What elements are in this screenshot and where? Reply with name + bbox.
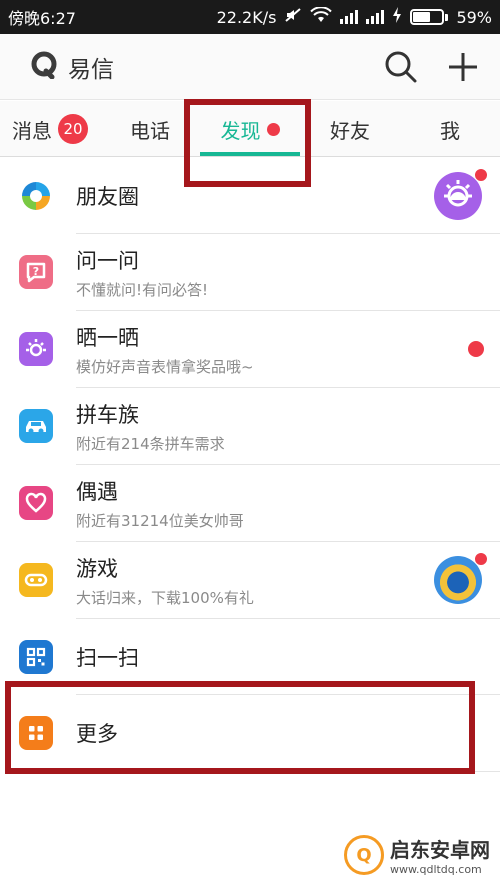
game-icon — [19, 563, 53, 597]
tab-me[interactable]: 我 — [400, 101, 500, 157]
tab-label: 好友 — [330, 118, 370, 143]
tab-messages[interactable]: 消息 20 — [0, 101, 100, 157]
battery-icon — [410, 9, 449, 25]
list-item-encounter[interactable]: 偶遇 附近有31214位美女帅哥 — [19, 465, 500, 542]
list-item-games[interactable]: 游戏 大话归来，下载100%有礼 — [19, 542, 500, 619]
question-icon: ? — [19, 255, 53, 289]
mute-icon — [284, 7, 302, 27]
signal-icon — [340, 10, 359, 24]
app-title: 易信 — [68, 56, 114, 83]
item-title: 问一问 — [76, 248, 139, 273]
new-dot — [468, 341, 484, 357]
unread-badge: 20 — [58, 114, 88, 144]
tab-label: 我 — [440, 118, 460, 143]
item-subtitle: 不懂就问!有问必答! — [76, 280, 209, 299]
discover-list: 朋友圈 ? 问一问 不懂就问!有问必答! 晒一晒 模仿好声音表情拿奖品哦~ 拼车… — [0, 158, 500, 772]
svg-text:?: ? — [33, 265, 39, 278]
list-item-carpool[interactable]: 拼车族 附近有214条拼车需求 — [19, 388, 500, 465]
tab-label: 消息 — [12, 118, 52, 143]
watermark: Q 启东安卓网 www.qdltdq.com — [344, 834, 490, 876]
watermark-logo: Q — [344, 835, 384, 875]
qr-scan-icon — [19, 639, 53, 674]
moments-icon — [19, 179, 53, 213]
game-avatar-icon — [434, 552, 488, 604]
charging-icon — [392, 7, 402, 27]
status-time: 傍晚6:27 — [8, 9, 76, 28]
watermark-title: 启东安卓网 — [390, 838, 490, 862]
app-bar: 易信 — [0, 34, 500, 100]
list-item-show[interactable]: 晒一晒 模仿好声音表情拿奖品哦~ — [19, 311, 500, 388]
highlight-box-discover-tab — [184, 99, 311, 187]
item-subtitle: 附近有214条拼车需求 — [76, 434, 225, 453]
new-dot — [474, 167, 488, 182]
item-subtitle: 附近有31214位美女帅哥 — [76, 511, 244, 530]
moments-avatar-icon — [434, 167, 488, 220]
new-dot — [474, 552, 488, 566]
network-speed: 22.2K/s — [216, 7, 277, 27]
battery-percent: 59% — [456, 7, 492, 27]
highlight-box-more-item — [5, 681, 475, 774]
wifi-icon — [310, 6, 333, 27]
item-subtitle: 模仿好声音表情拿奖品哦~ — [76, 357, 254, 376]
yixin-logo-icon — [30, 51, 58, 83]
sun-icon — [19, 332, 53, 366]
list-item-ask[interactable]: ? 问一问 不懂就问!有问必答! — [19, 234, 500, 311]
signal-icon — [366, 10, 385, 24]
car-icon — [19, 409, 53, 443]
tab-friends[interactable]: 好友 — [300, 101, 400, 157]
item-title: 晒一晒 — [76, 325, 139, 350]
heart-icon — [19, 486, 53, 520]
plus-icon[interactable] — [438, 42, 488, 92]
status-bar: 傍晚6:27 22.2K/s 59% — [0, 0, 500, 34]
search-icon[interactable] — [376, 42, 426, 92]
watermark-url: www.qdltdq.com — [390, 863, 482, 876]
item-title: 扫一扫 — [76, 645, 139, 670]
item-title: 拼车族 — [76, 402, 139, 427]
tab-label: 电话 — [130, 118, 170, 143]
item-title: 偶遇 — [76, 479, 118, 504]
